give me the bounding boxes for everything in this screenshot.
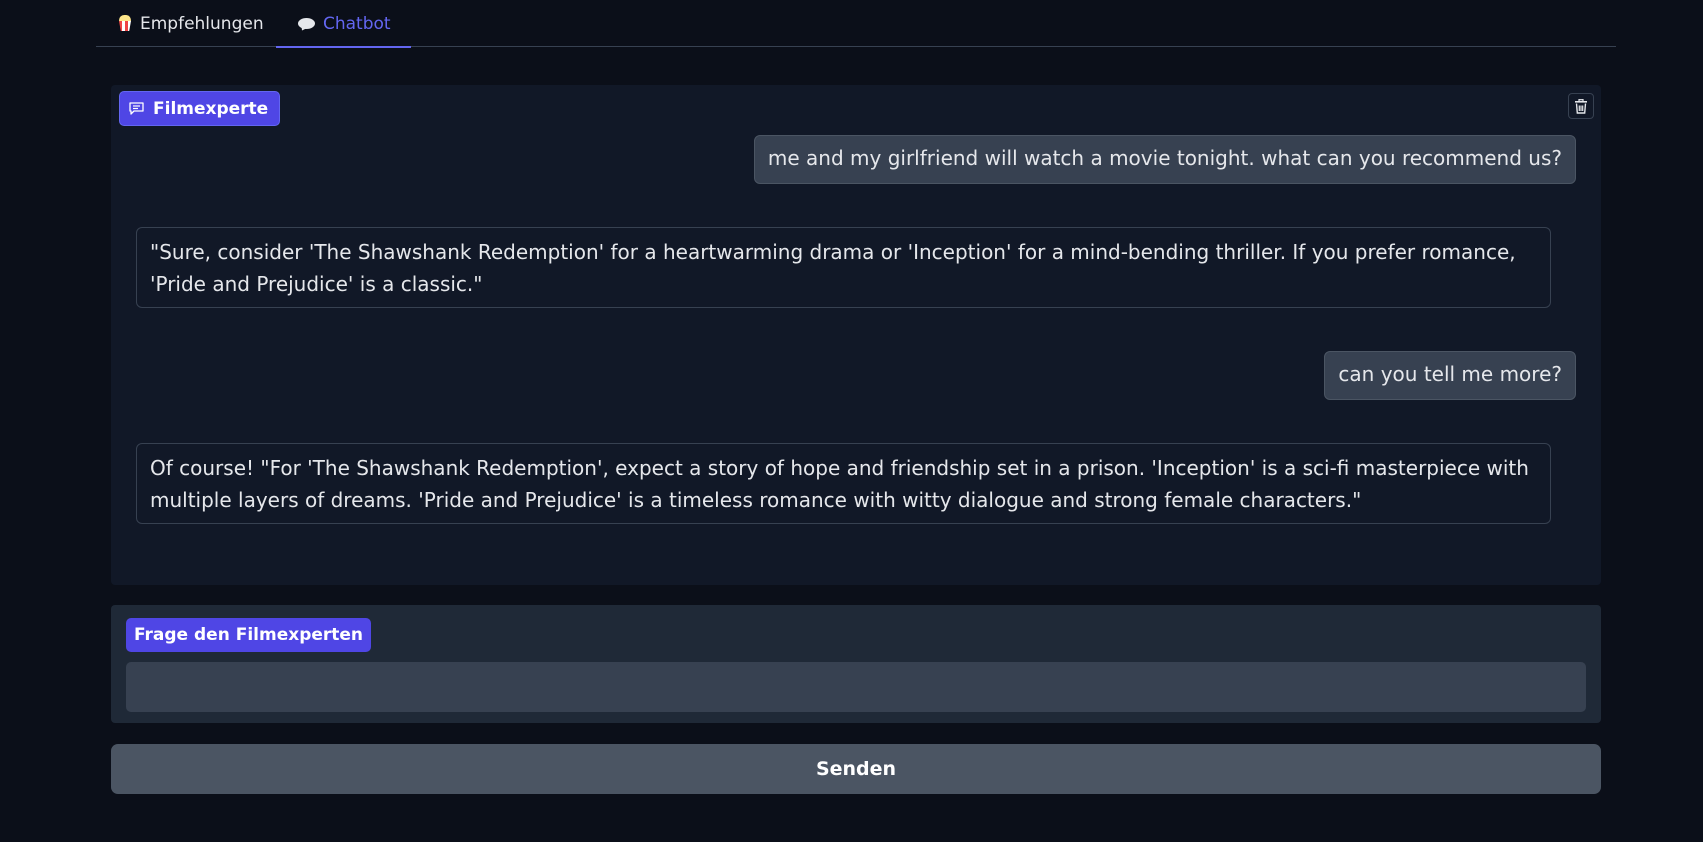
tab-chatbot-label: Chatbot: [323, 13, 391, 34]
popcorn-icon: [118, 15, 132, 32]
tab-empfehlungen-label: Empfehlungen: [140, 13, 264, 34]
user-message: can you tell me more?: [1324, 351, 1576, 400]
bot-message: "Sure, consider 'The Shawshank Redemptio…: [136, 227, 1551, 308]
question-panel: Frage den Filmexperten: [111, 605, 1601, 723]
trash-icon: [1575, 98, 1587, 114]
tab-bar: Empfehlungen Chatbot: [96, 0, 1616, 48]
question-input[interactable]: [126, 662, 1586, 712]
chatbot-label-text: Filmexperte: [153, 98, 269, 119]
chatbot-panel[interactable]: Filmexperte me and my girlfriend will wa…: [111, 85, 1601, 585]
tab-empfehlungen[interactable]: Empfehlungen: [118, 0, 264, 47]
tab-chatbot[interactable]: Chatbot: [276, 0, 411, 48]
send-button[interactable]: Senden: [111, 744, 1601, 794]
chat-icon: [129, 102, 144, 115]
speech-bubble-icon: [298, 17, 315, 32]
chatbot-label: Filmexperte: [119, 91, 281, 126]
bot-message: Of course! "For 'The Shawshank Redemptio…: [136, 443, 1551, 524]
clear-chat-button[interactable]: [1568, 93, 1594, 119]
user-message: me and my girlfriend will watch a movie …: [753, 135, 1576, 184]
question-label: Frage den Filmexperten: [126, 618, 372, 652]
